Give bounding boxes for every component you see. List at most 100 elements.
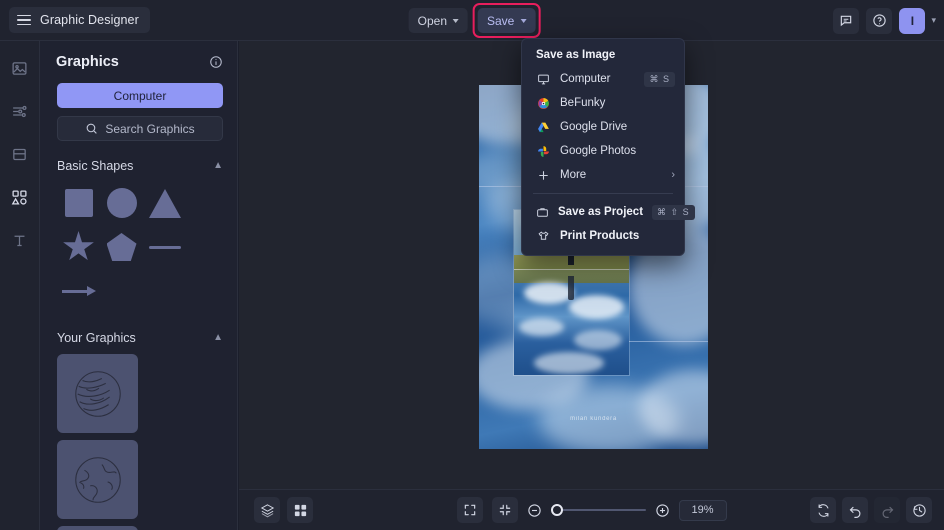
shape-circle[interactable] bbox=[100, 181, 143, 225]
shape-triangle[interactable] bbox=[143, 181, 186, 225]
sidebar-item-templates[interactable] bbox=[6, 140, 34, 168]
save-button[interactable]: Save bbox=[478, 8, 536, 33]
app-menu-button[interactable]: Graphic Designer bbox=[9, 7, 150, 33]
menu-item-google-photos-label: Google Photos bbox=[560, 145, 637, 157]
menu-item-computer-label: Computer bbox=[560, 73, 611, 85]
section-your-graphics[interactable]: Your Graphics ▲ bbox=[40, 331, 237, 345]
reset-button[interactable] bbox=[810, 497, 836, 523]
arrow-shape-icon bbox=[61, 286, 96, 296]
zoom-slider-knob[interactable] bbox=[550, 504, 563, 516]
layers-icon bbox=[260, 503, 274, 517]
history-icon bbox=[912, 503, 926, 517]
fullscreen-button[interactable] bbox=[456, 497, 483, 523]
shape-star[interactable] bbox=[57, 225, 100, 269]
help-icon bbox=[873, 14, 886, 27]
section-your-graphics-title: Your Graphics bbox=[57, 331, 136, 345]
help-button[interactable] bbox=[866, 7, 893, 34]
chevron-up-icon: ▲ bbox=[213, 331, 223, 343]
menu-item-more[interactable]: More › bbox=[522, 163, 684, 187]
section-basic-shapes[interactable]: Basic Shapes ▲ bbox=[40, 159, 237, 173]
shape-pentagon[interactable] bbox=[100, 225, 143, 269]
shape-square[interactable] bbox=[57, 181, 100, 225]
zoom-slider-track bbox=[550, 509, 646, 511]
panel-title: Graphics bbox=[56, 54, 119, 70]
shape-line[interactable] bbox=[143, 225, 186, 269]
redo-button[interactable] bbox=[874, 497, 900, 523]
avatar-chevron-down-icon[interactable]: ▾ bbox=[931, 15, 936, 26]
menu-header-save-as-image: Save as Image bbox=[536, 49, 616, 61]
poster-caption: milan kundera bbox=[570, 416, 617, 422]
graphic-thumb-planet-1[interactable] bbox=[57, 354, 138, 433]
undo-button[interactable] bbox=[842, 497, 868, 523]
sidebar-item-graphics[interactable] bbox=[6, 183, 34, 211]
menu-item-save-as-project[interactable]: Save as Project ⌘ ⇧ S bbox=[522, 200, 695, 224]
zoom-slider[interactable] bbox=[550, 503, 646, 517]
shirt-icon bbox=[536, 230, 551, 243]
line-shape-icon bbox=[148, 245, 181, 249]
chevron-up-icon: ▲ bbox=[213, 159, 223, 171]
search-icon bbox=[86, 123, 98, 134]
save-label: Save bbox=[487, 13, 515, 28]
app-title: Graphic Designer bbox=[40, 13, 139, 27]
google-drive-icon bbox=[536, 121, 551, 134]
feedback-button[interactable] bbox=[833, 7, 860, 34]
history-button[interactable] bbox=[906, 497, 932, 523]
center-actions: Open Save bbox=[408, 0, 541, 41]
triangle-shape-icon bbox=[148, 188, 181, 218]
left-rail bbox=[0, 41, 40, 530]
computer-source-button[interactable]: Computer bbox=[57, 83, 223, 108]
graphic-thumb-planet-2[interactable] bbox=[57, 440, 138, 519]
section-basic-shapes-title: Basic Shapes bbox=[57, 159, 134, 173]
open-button[interactable]: Open bbox=[408, 8, 468, 33]
planet-sketch-icon bbox=[74, 456, 121, 503]
avatar[interactable]: I bbox=[899, 7, 926, 34]
text-icon bbox=[14, 235, 25, 246]
sidebar-item-adjust[interactable] bbox=[6, 97, 34, 125]
bottom-bar: 19% bbox=[239, 489, 944, 530]
sidebar-item-text[interactable] bbox=[6, 226, 34, 254]
zoom-in-button[interactable] bbox=[655, 503, 670, 518]
avatar-initial: I bbox=[910, 13, 915, 28]
menu-item-save-as-project-label: Save as Project bbox=[558, 206, 644, 218]
save-button-wrapper: Save bbox=[473, 3, 541, 38]
zoom-controls: 19% bbox=[456, 497, 727, 523]
menu-item-computer[interactable]: Computer ⌘ S bbox=[522, 67, 684, 91]
templates-icon bbox=[13, 148, 26, 160]
menu-item-google-photos[interactable]: Google Photos bbox=[522, 139, 684, 163]
your-graphics-grid bbox=[40, 345, 225, 530]
menu-divider bbox=[533, 193, 673, 194]
zoom-out-button[interactable] bbox=[527, 503, 542, 518]
briefcase-icon bbox=[536, 206, 549, 219]
square-shape-icon bbox=[64, 189, 93, 217]
monitor-icon bbox=[536, 73, 551, 86]
befunky-icon bbox=[536, 97, 551, 110]
grid-button[interactable] bbox=[287, 497, 313, 523]
fit-to-screen-button[interactable] bbox=[491, 497, 518, 523]
circle-shape-icon bbox=[106, 188, 137, 218]
menu-item-befunky[interactable]: BeFunky bbox=[522, 91, 684, 115]
basic-shapes-grid bbox=[40, 173, 237, 313]
pentagon-shape-icon bbox=[106, 233, 137, 261]
menu-item-more-label: More bbox=[560, 169, 587, 181]
zoom-level-value[interactable]: 19% bbox=[678, 499, 727, 521]
planet-sketch-icon bbox=[74, 370, 121, 417]
computer-source-label: Computer bbox=[113, 88, 167, 103]
graphics-panel: Graphics Computer Search Graphics Basic … bbox=[40, 41, 238, 530]
sidebar-item-image[interactable] bbox=[6, 54, 34, 82]
bottom-left-controls bbox=[254, 497, 313, 523]
bottom-right-controls bbox=[810, 497, 932, 523]
fit-to-screen-icon bbox=[499, 504, 510, 516]
star-shape-icon bbox=[63, 231, 94, 261]
menu-item-google-drive[interactable]: Google Drive bbox=[522, 115, 684, 139]
menu-item-computer-shortcut: ⌘ S bbox=[644, 71, 675, 87]
image-icon bbox=[12, 61, 27, 75]
google-photos-icon bbox=[536, 145, 551, 158]
redo-icon bbox=[882, 506, 893, 518]
search-input[interactable]: Search Graphics bbox=[57, 116, 223, 141]
layers-button[interactable] bbox=[254, 497, 280, 523]
shape-arrow[interactable] bbox=[57, 269, 100, 313]
info-icon[interactable] bbox=[209, 55, 223, 69]
menu-item-print-products[interactable]: Print Products bbox=[522, 224, 684, 248]
graphic-thumb-planet-3[interactable] bbox=[57, 526, 138, 530]
fullscreen-icon bbox=[464, 504, 475, 516]
